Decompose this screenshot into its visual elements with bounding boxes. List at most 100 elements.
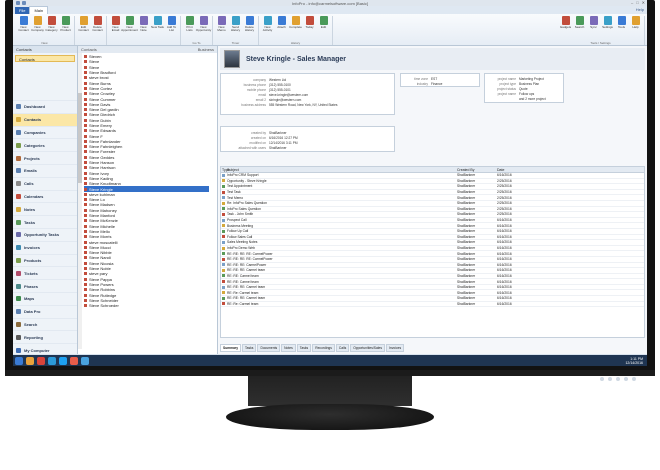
- settings-button[interactable]: Settings: [601, 16, 614, 40]
- send-history-button[interactable]: Send History: [229, 16, 242, 40]
- delete-history-button[interactable]: Delete History: [243, 16, 256, 40]
- new-email-button[interactable]: New Email: [109, 16, 122, 40]
- nav-item-emails[interactable]: Emails: [13, 163, 77, 177]
- new-appointment-button[interactable]: New Appointment: [121, 16, 138, 40]
- delete-history-icon: [245, 16, 254, 25]
- contact-list-item-name: Steve Powers: [89, 281, 114, 287]
- tab-documents[interactable]: Documents: [257, 344, 281, 352]
- browser-icon[interactable]: [37, 356, 45, 365]
- field-label: business phone: [243, 82, 266, 87]
- quick-access-toolbar[interactable]: [16, 1, 26, 5]
- tab-main[interactable]: Main: [29, 6, 49, 14]
- edit-button[interactable]: Edit: [317, 16, 330, 40]
- calendars-icon: [16, 193, 21, 199]
- history-type-icon: [222, 196, 225, 200]
- new-company-button[interactable]: New Company: [31, 16, 44, 40]
- tab-tasks[interactable]: Tasks: [242, 344, 257, 352]
- ribbon-button-label: New Company: [31, 25, 44, 33]
- history-row[interactable]: RE: Re: Carmel team ShaiBarkner 6/16/2016: [221, 302, 644, 308]
- new-category-button[interactable]: New Category: [45, 16, 58, 40]
- contact-list-item[interactable]: Steve Schroeder: [84, 303, 209, 308]
- search-button[interactable]: Search: [573, 16, 586, 40]
- save-icon[interactable]: [16, 1, 20, 5]
- new-note-button[interactable]: New Note: [137, 16, 150, 40]
- contact-list-scrollbar[interactable]: [78, 53, 82, 349]
- nav-item-calls[interactable]: Calls: [13, 176, 77, 190]
- attach-button[interactable]: Attach: [275, 16, 288, 40]
- nav-item-notes[interactable]: Notes: [13, 202, 77, 215]
- app-icon[interactable]: [70, 356, 78, 365]
- taskbar-clock[interactable]: 1:11 PM 12/14/2016: [625, 357, 643, 365]
- nav-item-calendars[interactable]: Calendars: [13, 189, 77, 203]
- ribbon-button-label: Sync: [590, 25, 597, 29]
- data-pro-icon: [16, 309, 21, 315]
- today-button[interactable]: Today: [303, 16, 316, 40]
- gadgets-button[interactable]: Gadgets: [559, 16, 572, 40]
- new-contact-button[interactable]: New Contact: [17, 16, 30, 40]
- tab-file[interactable]: File: [15, 7, 30, 14]
- start-button[interactable]: [15, 356, 23, 365]
- nav-item-opportunity-tasks[interactable]: Opportunity Tasks: [13, 227, 77, 241]
- nav-item-tickets[interactable]: Tickets: [13, 266, 77, 279]
- person-icon: [84, 304, 87, 308]
- column-header-date[interactable]: Date: [497, 168, 644, 172]
- nav-item-reporting[interactable]: Reporting: [13, 330, 77, 343]
- ribbon-button-label: New Appointment: [121, 25, 138, 33]
- column-header-created-by[interactable]: Created By: [457, 168, 497, 172]
- tab-invoices[interactable]: Invoices: [386, 344, 405, 352]
- nav-item-phases[interactable]: Phases: [13, 279, 77, 292]
- record-meta-card: created by ShaiBarkner created on 6/16/2016…: [220, 126, 395, 152]
- nav-item-products[interactable]: Products: [13, 253, 77, 267]
- maximize-button[interactable]: □: [636, 0, 638, 5]
- nav-item-invoices[interactable]: Invoices: [13, 240, 77, 254]
- nav-folder-selected[interactable]: Contacts: [15, 55, 75, 62]
- nav-item-search[interactable]: Search: [13, 317, 77, 331]
- column-header-subject[interactable]: Subject: [227, 168, 457, 172]
- ribbon-button-label: Delete History: [244, 25, 255, 33]
- minimize-button[interactable]: –: [631, 0, 633, 5]
- complete-button[interactable]: Complete: [289, 16, 302, 40]
- nav-item-companies[interactable]: Companies: [13, 125, 77, 139]
- print-lists-button[interactable]: Print Lists: [183, 16, 196, 40]
- tab-summary[interactable]: Summary: [220, 344, 242, 352]
- file-explorer-icon[interactable]: [26, 356, 34, 365]
- tab-notes[interactable]: Notes: [281, 344, 296, 352]
- tab-calls[interactable]: Calls: [335, 344, 350, 352]
- settings-icon: [603, 16, 612, 25]
- add-to-list-button[interactable]: Add To List: [165, 16, 178, 40]
- edit-contact-button[interactable]: Edit Contact: [77, 16, 90, 40]
- nav-item-categories[interactable]: Categories: [13, 138, 77, 151]
- nav-item-tasks[interactable]: Tasks: [13, 215, 77, 228]
- nav-item-projects[interactable]: Projects: [13, 151, 77, 164]
- nav-item-contacts[interactable]: Contacts: [13, 112, 77, 126]
- sync-button[interactable]: Sync: [587, 16, 600, 40]
- infopro-icon[interactable]: [81, 356, 89, 365]
- ie-icon[interactable]: [48, 356, 56, 365]
- new-product-button[interactable]: New Product: [59, 16, 72, 40]
- help-button[interactable]: Help: [629, 16, 642, 40]
- help-link[interactable]: Help: [636, 7, 644, 12]
- nav-item-label: Tickets: [24, 270, 38, 276]
- history-subject: Test Task: [227, 190, 241, 195]
- sort-dropdown[interactable]: Business: [198, 47, 214, 52]
- nav-item-data-pro[interactable]: Data Pro: [13, 304, 77, 318]
- new-memo-button[interactable]: New Memo: [215, 16, 228, 40]
- new-opportunity-button[interactable]: New Opportunity: [196, 16, 211, 40]
- skype-icon[interactable]: [59, 356, 67, 365]
- tab-tasks[interactable]: Tasks: [296, 344, 312, 352]
- new-task-button[interactable]: New Task: [151, 16, 164, 40]
- tab-recordings[interactable]: Recordings: [312, 344, 335, 352]
- delete-contact-button[interactable]: Delete Contact: [91, 16, 104, 40]
- search-icon: [16, 321, 21, 327]
- tools-button[interactable]: Tools: [615, 16, 628, 40]
- tab-opportunities-sales[interactable]: Opportunities/Sales: [350, 344, 386, 352]
- nav-item-maps[interactable]: Maps: [13, 291, 77, 305]
- nav-item-label: Invoices: [24, 245, 41, 251]
- new-activity-button[interactable]: New Activity: [261, 16, 274, 40]
- history-date: 6/16/2016: [497, 246, 512, 251]
- undo-icon[interactable]: [22, 1, 26, 5]
- nav-item-dashboard[interactable]: Dashboard: [13, 100, 77, 113]
- emails-icon: [16, 168, 21, 174]
- ribbon-group-label: History: [290, 41, 301, 45]
- close-button[interactable]: ✕: [642, 0, 645, 5]
